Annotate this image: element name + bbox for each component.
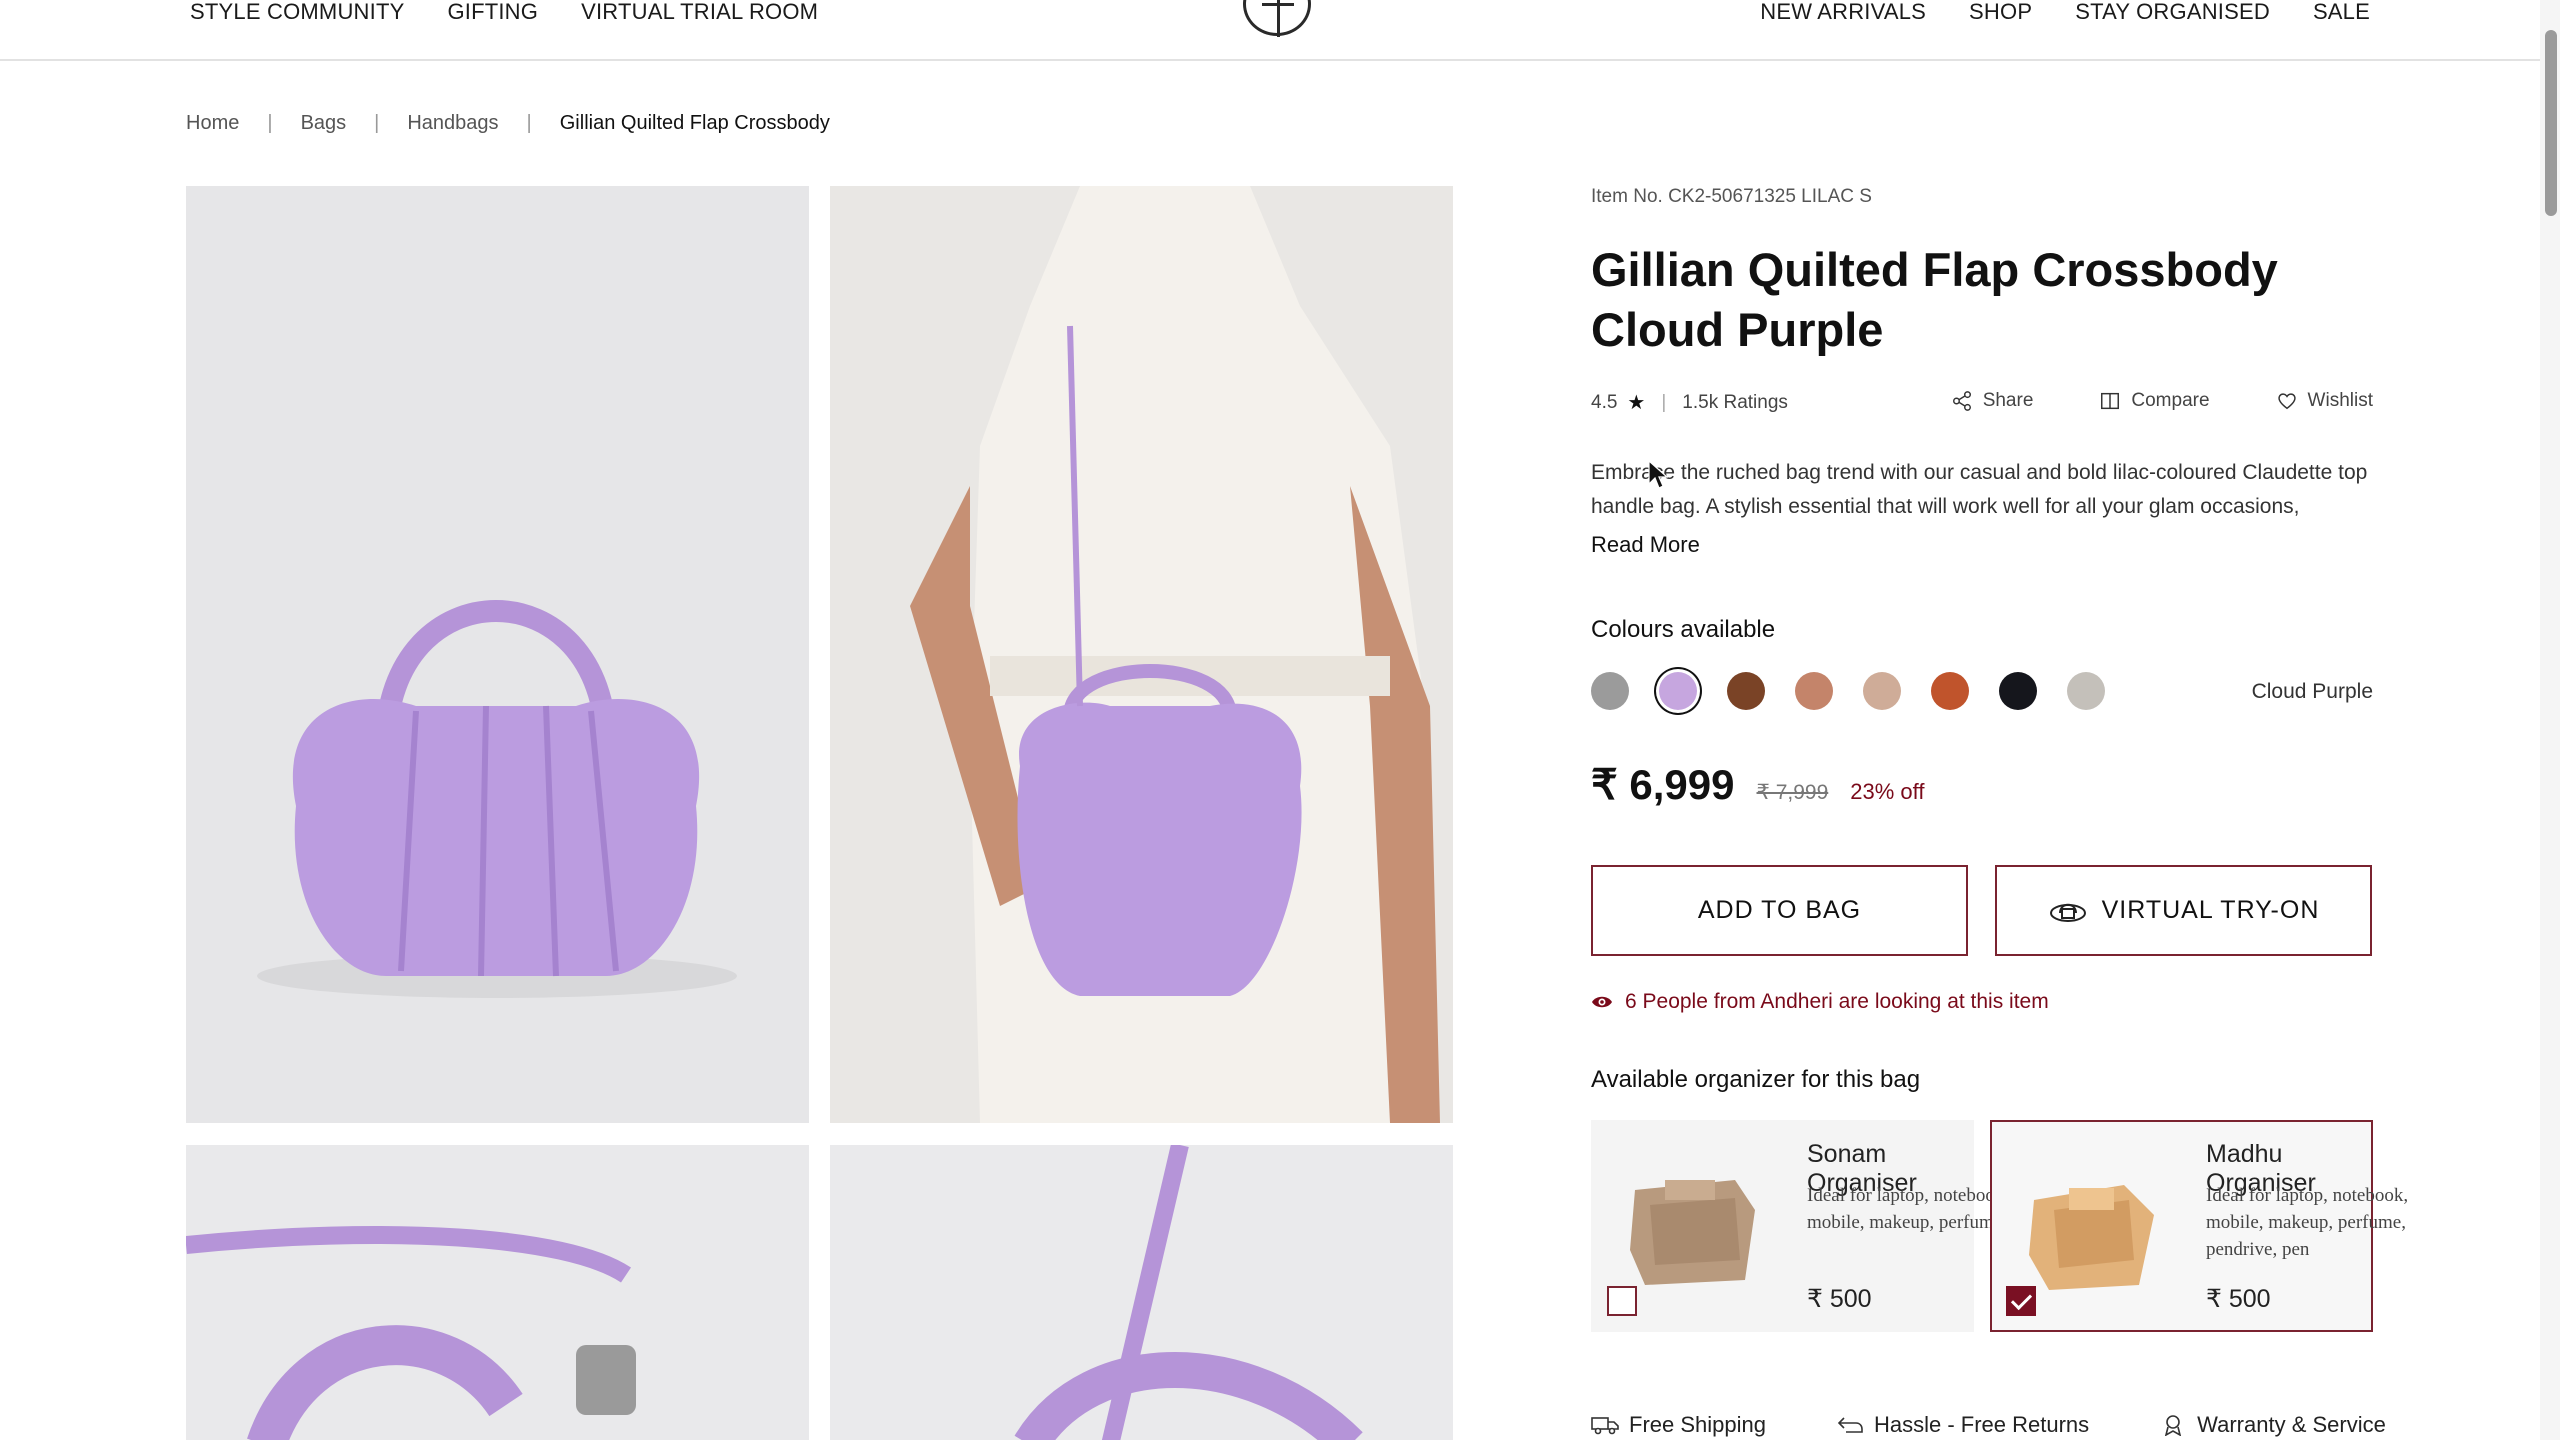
breadcrumb-home[interactable]: Home xyxy=(186,112,239,135)
compare-label: Compare xyxy=(2131,390,2210,411)
colours-heading: Colours available xyxy=(1591,616,1776,643)
star-icon: ★ xyxy=(1627,392,1646,414)
product-description: Embrace the ruched bag trend with our ca… xyxy=(1591,461,2368,518)
original-price: ₹ 7,999 xyxy=(1756,781,1829,804)
breadcrumb: Home | Bags | Handbags | Gillian Quilted… xyxy=(186,112,830,135)
nav-shop[interactable]: SHOP xyxy=(1969,0,2032,24)
truck-icon xyxy=(1591,1417,1619,1435)
perk-label: Free Shipping xyxy=(1629,1412,1766,1437)
breadcrumb-handbags[interactable]: Handbags xyxy=(407,112,498,135)
product-image-front[interactable] xyxy=(186,186,809,1123)
product-info: Item No. CK2-50671325 LILAC S Gillian Qu… xyxy=(1591,186,2408,1332)
colour-swatch[interactable] xyxy=(1727,672,1765,710)
colour-swatch[interactable] xyxy=(1999,672,2037,710)
read-more-link[interactable]: Read More xyxy=(1591,532,2373,558)
colour-swatch[interactable] xyxy=(1591,672,1629,710)
breadcrumb-current: Gillian Quilted Flap Crossbody xyxy=(559,112,830,134)
product-actions: Share Compare Wishlist xyxy=(1951,390,2373,412)
sale-price: ₹ 6,999 xyxy=(1591,761,1735,808)
organizer-price: ₹ 500 xyxy=(2206,1285,2271,1313)
meta-row: 4.5 ★ | 1.5k Ratings Share Compare Wishl… xyxy=(1591,390,2373,420)
price-row: ₹ 6,999 ₹ 7,999 23% off xyxy=(1591,760,2373,809)
organizer-price: ₹ 500 xyxy=(1807,1285,1872,1313)
share-button[interactable]: Share xyxy=(1951,390,2034,412)
rating-separator: | xyxy=(1661,391,1667,413)
share-icon xyxy=(1952,391,1971,411)
strap-detail-illustration xyxy=(1014,1145,1363,1440)
cta-row: ADD TO BAG VIRTUAL TRY-ON xyxy=(1591,865,2373,956)
organizer-card-sonam[interactable]: Sonam Organiser Ideal for laptop, notebo… xyxy=(1591,1120,2009,1332)
handbag-illustration xyxy=(257,600,737,998)
breadcrumb-separator: | xyxy=(526,112,532,134)
wishlist-button[interactable]: Wishlist xyxy=(2276,390,2373,412)
organizer-image xyxy=(2029,1185,2154,1290)
nav-gifting[interactable]: GIFTING xyxy=(447,0,538,24)
organizer-checkbox[interactable] xyxy=(2006,1286,2036,1316)
heart-icon xyxy=(2277,393,2296,410)
perk-label: Hassle - Free Returns xyxy=(1873,1412,2090,1437)
nav-new-arrivals[interactable]: NEW ARRIVALS xyxy=(1760,0,1926,24)
item-number: Item No. CK2-50671325 LILAC S xyxy=(1591,186,1872,207)
perk-free-shipping: Free Shipping xyxy=(1591,1412,1766,1438)
organizer-checkbox[interactable] xyxy=(1607,1286,1637,1316)
top-nav: STYLE COMMUNITY GIFTING VIRTUAL TRIAL RO… xyxy=(0,0,2560,61)
add-to-bag-button[interactable]: ADD TO BAG xyxy=(1591,865,1968,956)
colour-swatch[interactable] xyxy=(1863,672,1901,710)
selected-colour-name: Cloud Purple xyxy=(2251,680,2373,703)
rating-summary[interactable]: 4.5 ★ | 1.5k Ratings xyxy=(1591,390,1788,415)
organizer-list: Sonam Organiser Ideal for laptop, notebo… xyxy=(1591,1120,2408,1332)
product-title: Gillian Quilted Flap Crossbody Cloud Pur… xyxy=(1591,243,2278,356)
breadcrumb-separator: | xyxy=(374,112,380,134)
colour-swatch[interactable] xyxy=(2067,672,2105,710)
product-image-model[interactable] xyxy=(830,186,1453,1123)
page-scrollbar[interactable] xyxy=(2540,0,2560,1440)
strap-detail-illustration xyxy=(186,1226,636,1440)
organizer-image xyxy=(1630,1180,1755,1285)
warranty-icon xyxy=(2165,1415,2182,1436)
product-image-detail-2[interactable] xyxy=(830,1145,1453,1440)
colour-swatch[interactable] xyxy=(1931,672,1969,710)
live-viewers-notice: 6 People from Andheri are looking at thi… xyxy=(1591,990,2373,1014)
nav-sale[interactable]: SALE xyxy=(2313,0,2370,24)
perk-label: Warranty & Service xyxy=(2197,1412,2386,1437)
nav-left: STYLE COMMUNITY GIFTING VIRTUAL TRIAL RO… xyxy=(190,0,818,24)
mouse-cursor-icon xyxy=(1648,460,1668,489)
wishlist-label: Wishlist xyxy=(2307,390,2373,411)
nav-stay-organised[interactable]: STAY ORGANISED xyxy=(2075,0,2270,24)
ratings-count[interactable]: 1.5k Ratings xyxy=(1682,392,1788,414)
add-to-bag-label: ADD TO BAG xyxy=(1697,896,1862,924)
model-illustration xyxy=(910,186,1440,1123)
colour-swatches: Cloud Purple xyxy=(1591,672,2373,712)
return-icon xyxy=(1837,1417,1863,1433)
virtual-try-on-icon xyxy=(2049,903,2086,922)
discount-badge: 23% off xyxy=(1850,779,1925,804)
colour-swatch[interactable] xyxy=(1659,672,1697,710)
organizer-card-madhu[interactable]: Madhu Organiser Ideal for laptop, notebo… xyxy=(1990,1120,2408,1332)
compare-icon xyxy=(2101,392,2120,410)
perk-warranty: Warranty & Service xyxy=(2159,1412,2386,1438)
scrollbar-thumb[interactable] xyxy=(2545,30,2557,216)
breadcrumb-bags[interactable]: Bags xyxy=(301,112,347,135)
nav-style-community[interactable]: STYLE COMMUNITY xyxy=(190,0,404,24)
perk-free-returns: Hassle - Free Returns xyxy=(1836,1412,2089,1438)
breadcrumb-separator: | xyxy=(267,112,273,134)
rating-value: 4.5 xyxy=(1591,391,1618,413)
service-perks: Free Shipping Hassle - Free Returns Warr… xyxy=(1591,1412,2386,1438)
nav-virtual-trial-room[interactable]: VIRTUAL TRIAL ROOM xyxy=(581,0,818,24)
eye-icon xyxy=(1592,996,1612,1008)
organizer-heading: Available organizer for this bag xyxy=(1591,1066,1921,1093)
virtual-try-on-label: VIRTUAL TRY-ON xyxy=(2101,896,2320,924)
colour-swatch[interactable] xyxy=(1795,672,1833,710)
organizer-description: Ideal for laptop, notebook, mobile, make… xyxy=(2206,1185,2409,1260)
product-image-detail-1[interactable] xyxy=(186,1145,809,1440)
nav-right: NEW ARRIVALS SHOP STAY ORGANISED SALE xyxy=(1760,0,2370,24)
share-label: Share xyxy=(1982,390,2034,411)
brand-logo[interactable] xyxy=(1243,0,1311,37)
live-viewers-text: 6 People from Andheri are looking at thi… xyxy=(1625,990,2049,1013)
virtual-try-on-button[interactable]: VIRTUAL TRY-ON xyxy=(1995,865,2372,956)
compare-button[interactable]: Compare xyxy=(2099,390,2210,412)
